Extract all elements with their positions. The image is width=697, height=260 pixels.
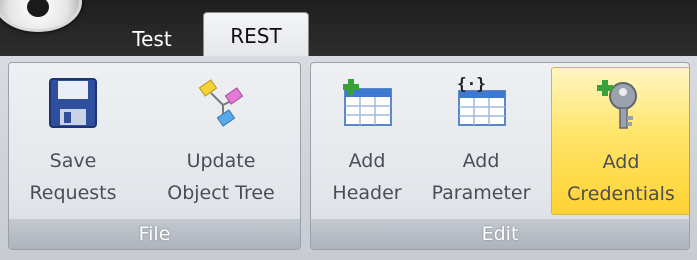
- add-parameter-label: Add Parameter: [431, 150, 531, 204]
- add-credentials-button[interactable]: Add Credentials: [551, 67, 689, 215]
- ribbon: Save Requests Update Object Tree File Ad…: [0, 56, 697, 260]
- add-header-label: Add Header: [332, 150, 402, 204]
- save-requests-button[interactable]: Save Requests: [17, 67, 129, 215]
- add-header-button[interactable]: Add Header: [317, 67, 417, 215]
- update-object-tree-label: Update Object Tree: [167, 150, 275, 204]
- add-parameter-icon: {·}: [457, 75, 506, 126]
- ribbon-group-file: Save Requests Update Object Tree File: [8, 62, 301, 250]
- tab-rest[interactable]: REST: [203, 12, 309, 59]
- floppy-disk-icon: [49, 78, 97, 128]
- add-header-icon: [343, 79, 392, 126]
- svg-text:{·}: {·}: [457, 75, 486, 93]
- object-tree-icon: [198, 79, 244, 127]
- group-caption-edit: Edit: [311, 219, 689, 249]
- application-menu-button[interactable]: [0, 0, 82, 32]
- add-credentials-label: Add Credentials: [567, 151, 675, 205]
- app-logo-icon: [27, 0, 49, 17]
- save-requests-label: Save Requests: [29, 150, 117, 204]
- tab-strip: Test REST: [0, 0, 697, 59]
- tab-test[interactable]: Test: [112, 22, 192, 56]
- add-credentials-key-icon: [597, 80, 637, 129]
- add-parameter-button[interactable]: {·} Add Parameter: [421, 67, 541, 215]
- group-caption-file: File: [9, 219, 300, 249]
- ribbon-group-edit: Add Header {·} Add Parameter Add Credent…: [310, 62, 690, 250]
- update-object-tree-button[interactable]: Update Object Tree: [151, 67, 291, 215]
